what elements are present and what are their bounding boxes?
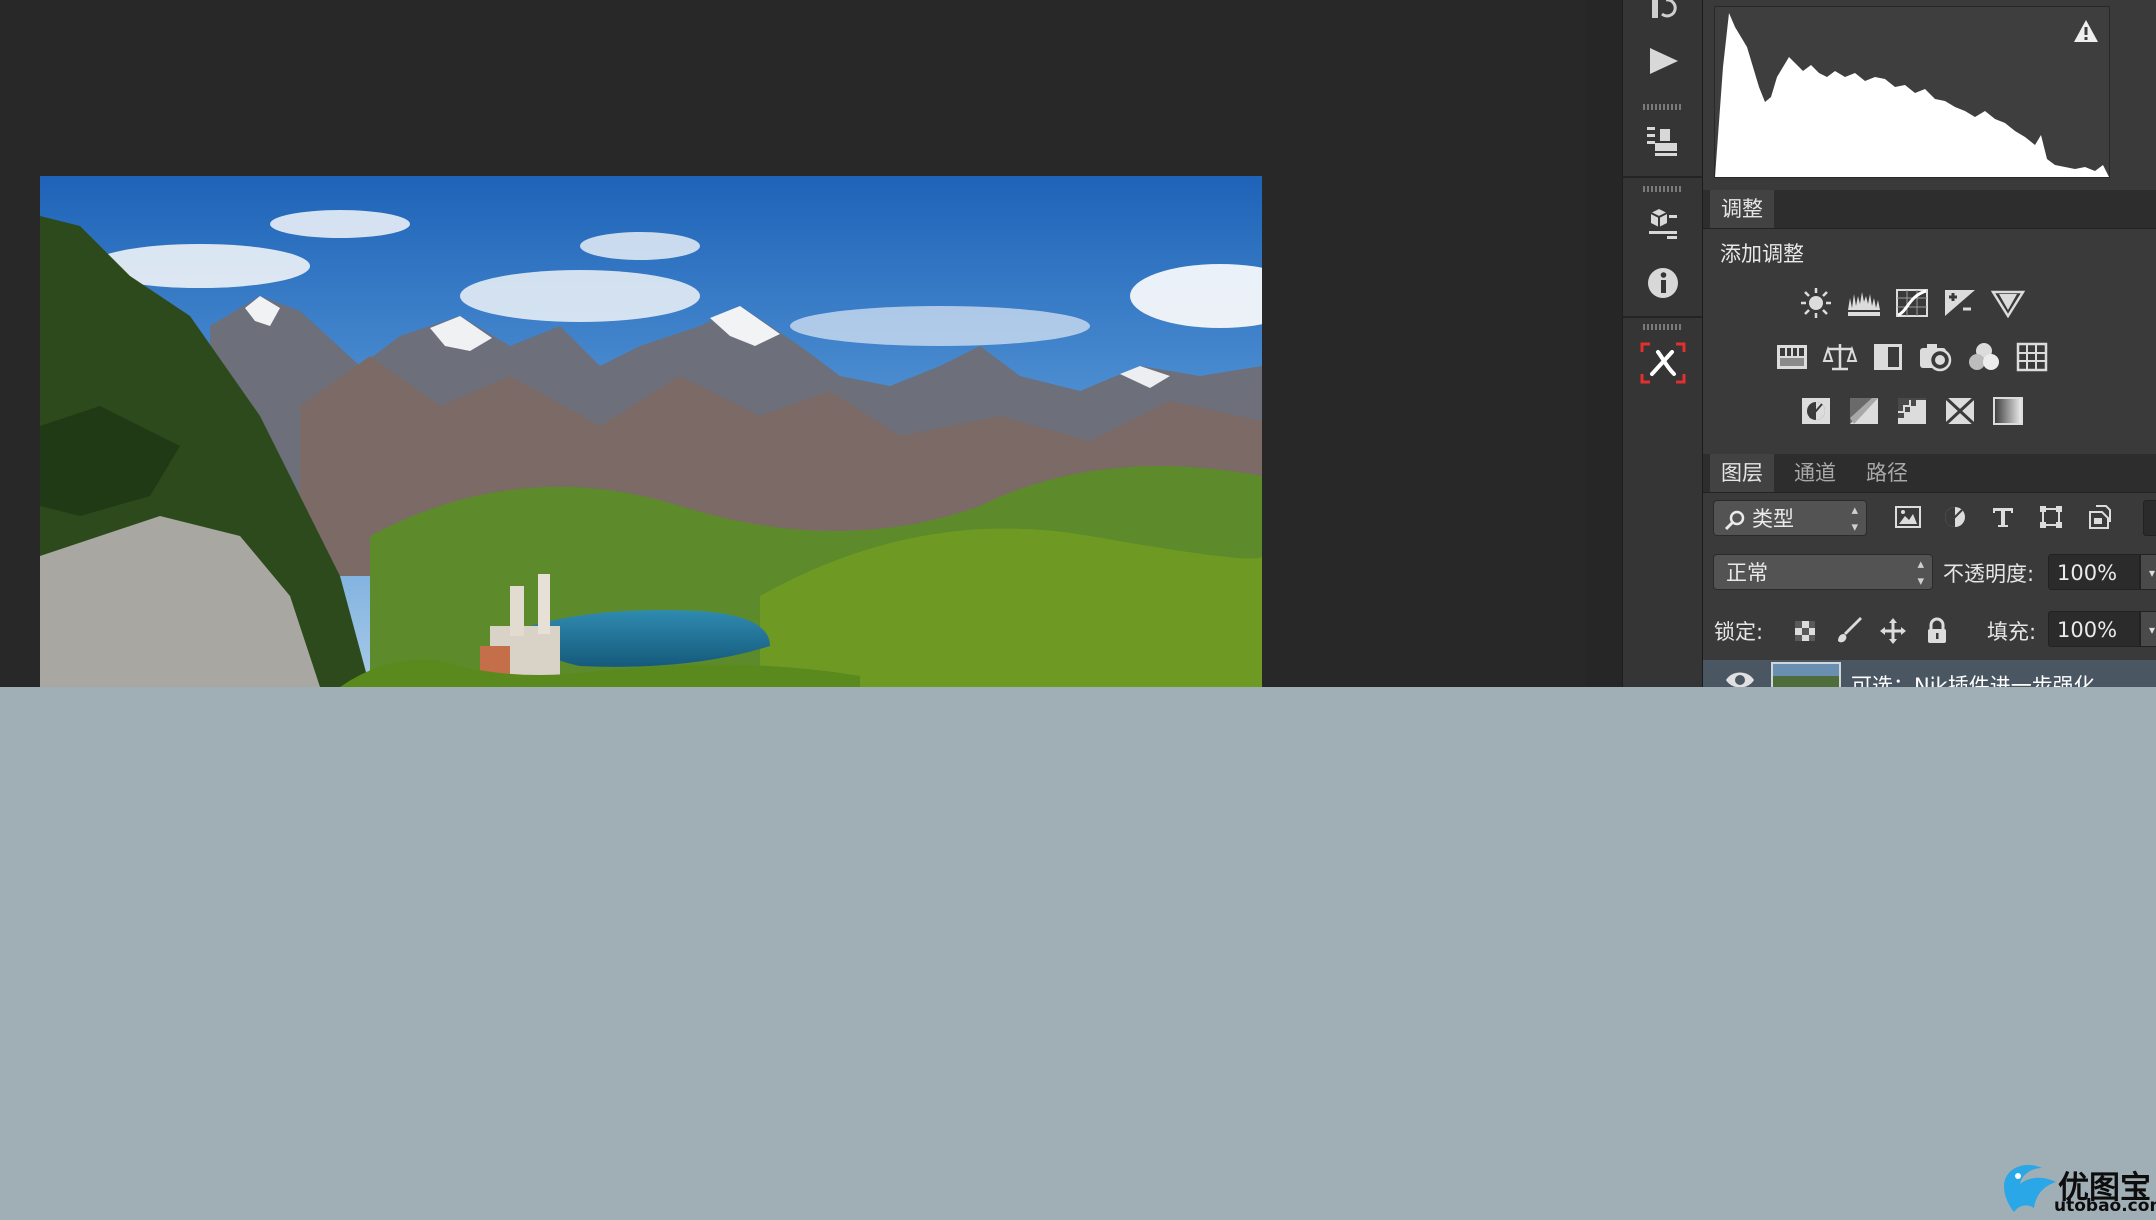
panel-grip[interactable] — [1643, 186, 1683, 192]
panel-scrollbar-strip — [1586, 0, 1622, 687]
selective-color-icon[interactable] — [1940, 391, 1980, 431]
gradient-map-icon[interactable] — [1988, 391, 2028, 431]
adjustments-tabbar: 调整 — [1703, 190, 2156, 229]
blend-mode-value: 正常 — [1726, 561, 1768, 585]
filter-pixel-icon[interactable] — [1891, 500, 1925, 534]
tab-channels[interactable]: 通道 — [1783, 454, 1847, 492]
posterize-icon[interactable] — [1844, 391, 1884, 431]
photo-filter-icon[interactable] — [1916, 337, 1956, 377]
brightness-contrast-icon[interactable] — [1796, 283, 1836, 323]
3d-properties-icon[interactable] — [1635, 198, 1691, 248]
tab-layers[interactable]: 图层 — [1710, 454, 1774, 492]
layer-name: 可选：Nik插件进一步强化 — [1851, 674, 2095, 687]
clone-source-icon[interactable] — [1635, 116, 1691, 166]
plugin-x-icon[interactable] — [1635, 338, 1691, 388]
channel-mixer-icon[interactable] — [1964, 337, 2004, 377]
filter-type-icon[interactable] — [1986, 500, 2020, 534]
layer-filter-value: 类型 — [1752, 507, 1794, 531]
photoshop-window: 调整 添加调整 图层 通道 路径 类型 ▴ ▾ 正常 ▴ ▾ 不透明度: 100… — [0, 0, 2156, 687]
dropdown-arrows-icon: ▴ ▾ — [1851, 503, 1858, 535]
tab-adjustments[interactable]: 调整 — [1710, 190, 1774, 228]
history-icon[interactable] — [1635, 0, 1691, 34]
layer-row[interactable]: 可选：Nik插件进一步强化 — [1703, 660, 2156, 687]
visibility-eye-icon[interactable] — [1725, 670, 1755, 687]
curves-icon[interactable] — [1892, 283, 1932, 323]
threshold-icon[interactable] — [1892, 391, 1932, 431]
document-canvas[interactable] — [40, 176, 1262, 687]
play-actions-icon[interactable] — [1635, 36, 1691, 86]
fill-label: 填充: — [1987, 620, 2037, 644]
panel-grip[interactable] — [1643, 104, 1683, 110]
lock-all-icon[interactable] — [1920, 614, 1954, 648]
right-panels: 调整 添加调整 图层 通道 路径 类型 ▴ ▾ 正常 ▴ ▾ 不透明度: 100… — [1703, 0, 2156, 687]
fill-dropdown-arrow[interactable]: ▾ — [2140, 611, 2156, 647]
opacity-input[interactable]: 100% — [2048, 554, 2140, 590]
invert-icon[interactable] — [1796, 391, 1836, 431]
adjustments-title: 添加调整 — [1720, 242, 1804, 266]
vibrance-icon[interactable] — [1988, 283, 2028, 323]
exposure-icon[interactable] — [1940, 283, 1980, 323]
landscape-photo — [40, 176, 1262, 687]
lock-pixels-brush-icon[interactable] — [1832, 614, 1866, 648]
bird-logo-icon — [2004, 1164, 2056, 1212]
layers-tabbar: 图层 通道 路径 — [1703, 454, 2156, 493]
opacity-label: 不透明度: — [1943, 562, 2035, 586]
layer-thumbnail — [1771, 662, 1841, 687]
opacity-dropdown-arrow[interactable]: ▾ — [2140, 554, 2156, 590]
filter-smart-object-icon[interactable] — [2082, 500, 2116, 534]
panel-grip[interactable] — [1643, 324, 1683, 330]
fill-input[interactable]: 100% — [2048, 611, 2140, 647]
histogram-graph — [1715, 13, 2109, 177]
search-icon — [1724, 501, 1746, 537]
warning-icon[interactable] — [2073, 19, 2099, 47]
filter-toggle-switch[interactable] — [2143, 500, 2156, 536]
histogram-panel — [1714, 6, 2110, 178]
watermark-url: utobao.com — [2054, 1196, 2156, 1216]
levels-icon[interactable] — [1844, 283, 1884, 323]
info-icon[interactable] — [1635, 258, 1691, 308]
blend-mode-dropdown[interactable]: 正常 ▴ ▾ — [1713, 554, 1933, 590]
watermark: 优图宝 utobao.com — [2000, 1158, 2156, 1220]
collapsed-panels-toolbar — [1622, 0, 1704, 687]
filter-adjustment-icon[interactable] — [1938, 500, 1972, 534]
layer-filter-dropdown[interactable]: 类型 ▴ ▾ — [1713, 500, 1867, 536]
color-balance-icon[interactable] — [1820, 337, 1860, 377]
lock-position-move-icon[interactable] — [1876, 614, 1910, 648]
lock-label: 锁定: — [1714, 620, 1764, 644]
color-lookup-icon[interactable] — [2012, 337, 2052, 377]
dropdown-arrows-icon: ▴ ▾ — [1917, 557, 1924, 589]
tab-paths[interactable]: 路径 — [1855, 454, 1919, 492]
black-white-icon[interactable] — [1868, 337, 1908, 377]
lock-transparency-icon[interactable] — [1788, 614, 1822, 648]
hue-saturation-icon[interactable] — [1772, 337, 1812, 377]
filter-shape-icon[interactable] — [2034, 500, 2068, 534]
